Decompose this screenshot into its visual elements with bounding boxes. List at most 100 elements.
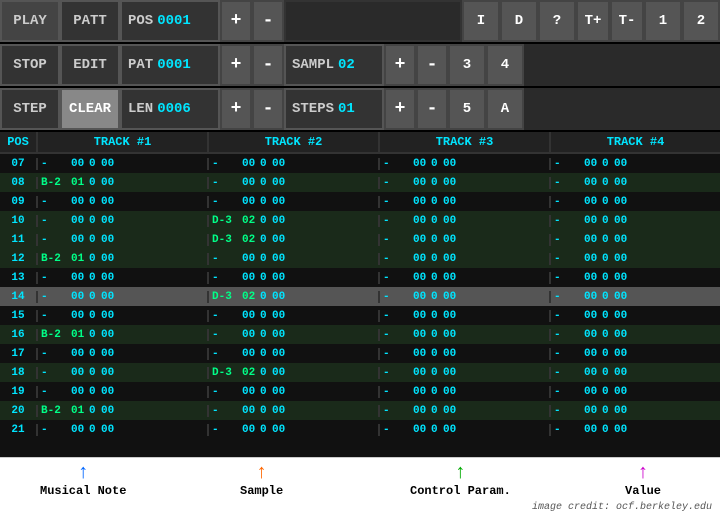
btn-2[interactable]: 2 [682, 0, 720, 42]
len-plus-button[interactable]: + [220, 88, 252, 130]
table-row[interactable]: 15-00000-00000-00000-00000 [0, 306, 720, 325]
track-cell: -00000 [549, 310, 720, 322]
note-value: - [554, 348, 582, 360]
track-cell: -00000 [207, 253, 378, 265]
table-row[interactable]: 17-00000-00000-00000-00000 [0, 344, 720, 363]
note-value: D-3 [212, 367, 240, 379]
btn-Tplus[interactable]: T+ [576, 0, 610, 42]
table-row[interactable]: 18-00000D-302000-00000-00000 [0, 363, 720, 382]
play-button[interactable]: PLAY [0, 0, 60, 42]
param-value: 00 [443, 158, 459, 170]
note-value: - [554, 405, 582, 417]
pat-plus-button[interactable]: + [220, 44, 252, 86]
control-value: 0 [260, 177, 270, 189]
table-row[interactable]: 09-00000-00000-00000-00000 [0, 192, 720, 211]
note-value: - [41, 386, 69, 398]
btn-4[interactable]: 4 [486, 44, 524, 86]
track-cell: D-302000 [207, 234, 378, 246]
param-value: 00 [443, 177, 459, 189]
table-row[interactable]: 13-00000-00000-00000-00000 [0, 268, 720, 287]
table-row[interactable]: 20B-201000-00000-00000-00000 [0, 401, 720, 420]
table-row[interactable]: 12B-201000-00000-00000-00000 [0, 249, 720, 268]
sample-value: 00 [71, 215, 87, 227]
sample-value: 00 [584, 310, 600, 322]
sample-arrow-icon: ↑ [256, 464, 268, 484]
control-value: 0 [89, 272, 99, 284]
step-button[interactable]: STEP [0, 88, 60, 130]
pos-label: POS [128, 13, 153, 29]
sample-value: 00 [413, 405, 429, 417]
sample-value: 00 [242, 272, 258, 284]
pos-cell: 19 [0, 386, 36, 398]
btn-question[interactable]: ? [538, 0, 576, 42]
btn-Tminus[interactable]: T- [610, 0, 644, 42]
param-value: 00 [443, 424, 459, 436]
param-value: 00 [101, 272, 117, 284]
table-row[interactable]: 08B-201000-00000-00000-00000 [0, 173, 720, 192]
value-label: Value [625, 484, 661, 498]
sampl-minus-button[interactable]: - [416, 44, 448, 86]
control-value: 0 [260, 367, 270, 379]
track-cell: -00000 [378, 253, 549, 265]
sample-value: 02 [242, 215, 258, 227]
control-value: 0 [431, 310, 441, 322]
len-minus-button[interactable]: - [252, 88, 284, 130]
track-cell: -00000 [549, 424, 720, 436]
table-row[interactable]: 10-00000D-302000-00000-00000 [0, 211, 720, 230]
btn-I[interactable]: I [462, 0, 500, 42]
btn-3[interactable]: 3 [448, 44, 486, 86]
control-value: 0 [602, 291, 612, 303]
control-value: 0 [89, 386, 99, 398]
sample-value: 00 [71, 272, 87, 284]
sampl-plus-button[interactable]: + [384, 44, 416, 86]
toolbar-row-1: PLAY PATT POS 0001 + - I D ? T+ T- 1 2 [0, 0, 720, 44]
track-cell: -00000 [549, 291, 720, 303]
note-value: - [554, 253, 582, 265]
clear-button[interactable]: CLEAR [60, 88, 120, 130]
edit-button[interactable]: EDIT [60, 44, 120, 86]
btn-D[interactable]: D [500, 0, 538, 42]
param-value: 00 [272, 386, 288, 398]
table-row[interactable]: 19-00000-00000-00000-00000 [0, 382, 720, 401]
seq-rows-container: 07-00000-00000-00000-0000008B-201000-000… [0, 154, 720, 457]
table-row[interactable]: 16B-201000-00000-00000-00000 [0, 325, 720, 344]
btn-5[interactable]: 5 [448, 88, 486, 130]
steps-plus-button[interactable]: + [384, 88, 416, 130]
toolbar-row-3: STEP CLEAR LEN 0006 + - STEPS 01 + - 5 A [0, 88, 720, 132]
btn-A[interactable]: A [486, 88, 524, 130]
pat-minus-button[interactable]: - [252, 44, 284, 86]
track-cell: -00000 [378, 405, 549, 417]
control-value: 0 [89, 291, 99, 303]
track-cell: D-302000 [207, 367, 378, 379]
note-value: - [554, 386, 582, 398]
sample-value: 00 [413, 177, 429, 189]
patt-button[interactable]: PATT [60, 0, 120, 42]
note-value: - [383, 215, 411, 227]
track-cell: -00000 [207, 386, 378, 398]
note-value: - [554, 158, 582, 170]
sequencer: POS TRACK #1 TRACK #2 TRACK #3 TRACK #4 … [0, 132, 720, 457]
table-row[interactable]: 14-00000D-302000-00000-00000 [0, 287, 720, 306]
btn-1[interactable]: 1 [644, 0, 682, 42]
track-cell: -00000 [378, 291, 549, 303]
steps-minus-button[interactable]: - [416, 88, 448, 130]
stop-button[interactable]: STOP [0, 44, 60, 86]
note-value: - [383, 291, 411, 303]
note-value: - [554, 424, 582, 436]
param-value: 00 [443, 405, 459, 417]
sample-value: 00 [242, 196, 258, 208]
table-row[interactable]: 07-00000-00000-00000-00000 [0, 154, 720, 173]
table-row[interactable]: 21-00000-00000-00000-00000 [0, 420, 720, 439]
len-display: LEN 0006 [120, 88, 220, 130]
pos-value: 0001 [157, 13, 191, 29]
pos-plus-button[interactable]: + [220, 0, 252, 42]
sample-value: 00 [413, 272, 429, 284]
sample-value: 00 [242, 177, 258, 189]
table-row[interactable]: 11-00000D-302000-00000-00000 [0, 230, 720, 249]
pos-minus-button[interactable]: - [252, 0, 284, 42]
param-value: 00 [272, 234, 288, 246]
note-value: - [212, 158, 240, 170]
param-value: 00 [101, 215, 117, 227]
note-value: - [383, 424, 411, 436]
app-container: PLAY PATT POS 0001 + - I D ? T+ T- 1 2 S… [0, 0, 720, 517]
